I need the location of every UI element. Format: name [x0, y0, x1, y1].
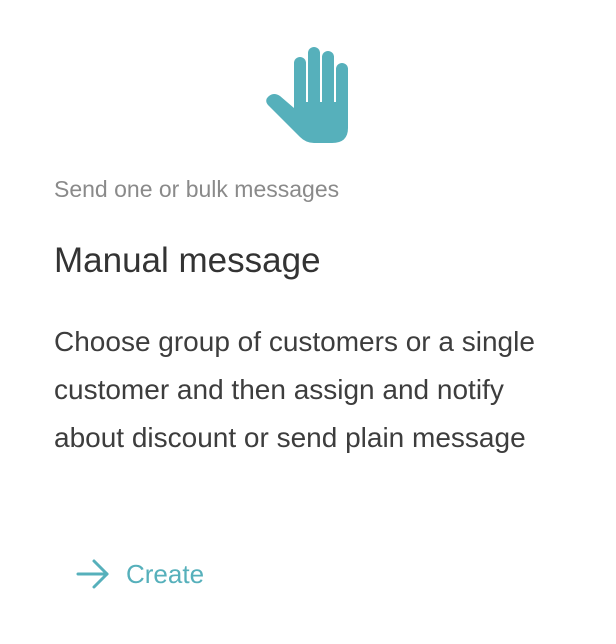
create-button[interactable]: Create: [76, 554, 204, 594]
card-title: Manual message: [54, 241, 321, 280]
raised-hand-icon: [262, 44, 358, 144]
manual-message-card: Send one or bulk messages Manual message…: [0, 0, 616, 644]
card-eyebrow: Send one or bulk messages: [54, 176, 340, 202]
create-label: Create: [126, 559, 205, 589]
arrow-right-icon: [76, 559, 109, 589]
card-description: Choose group of customers or a single cu…: [54, 326, 535, 453]
